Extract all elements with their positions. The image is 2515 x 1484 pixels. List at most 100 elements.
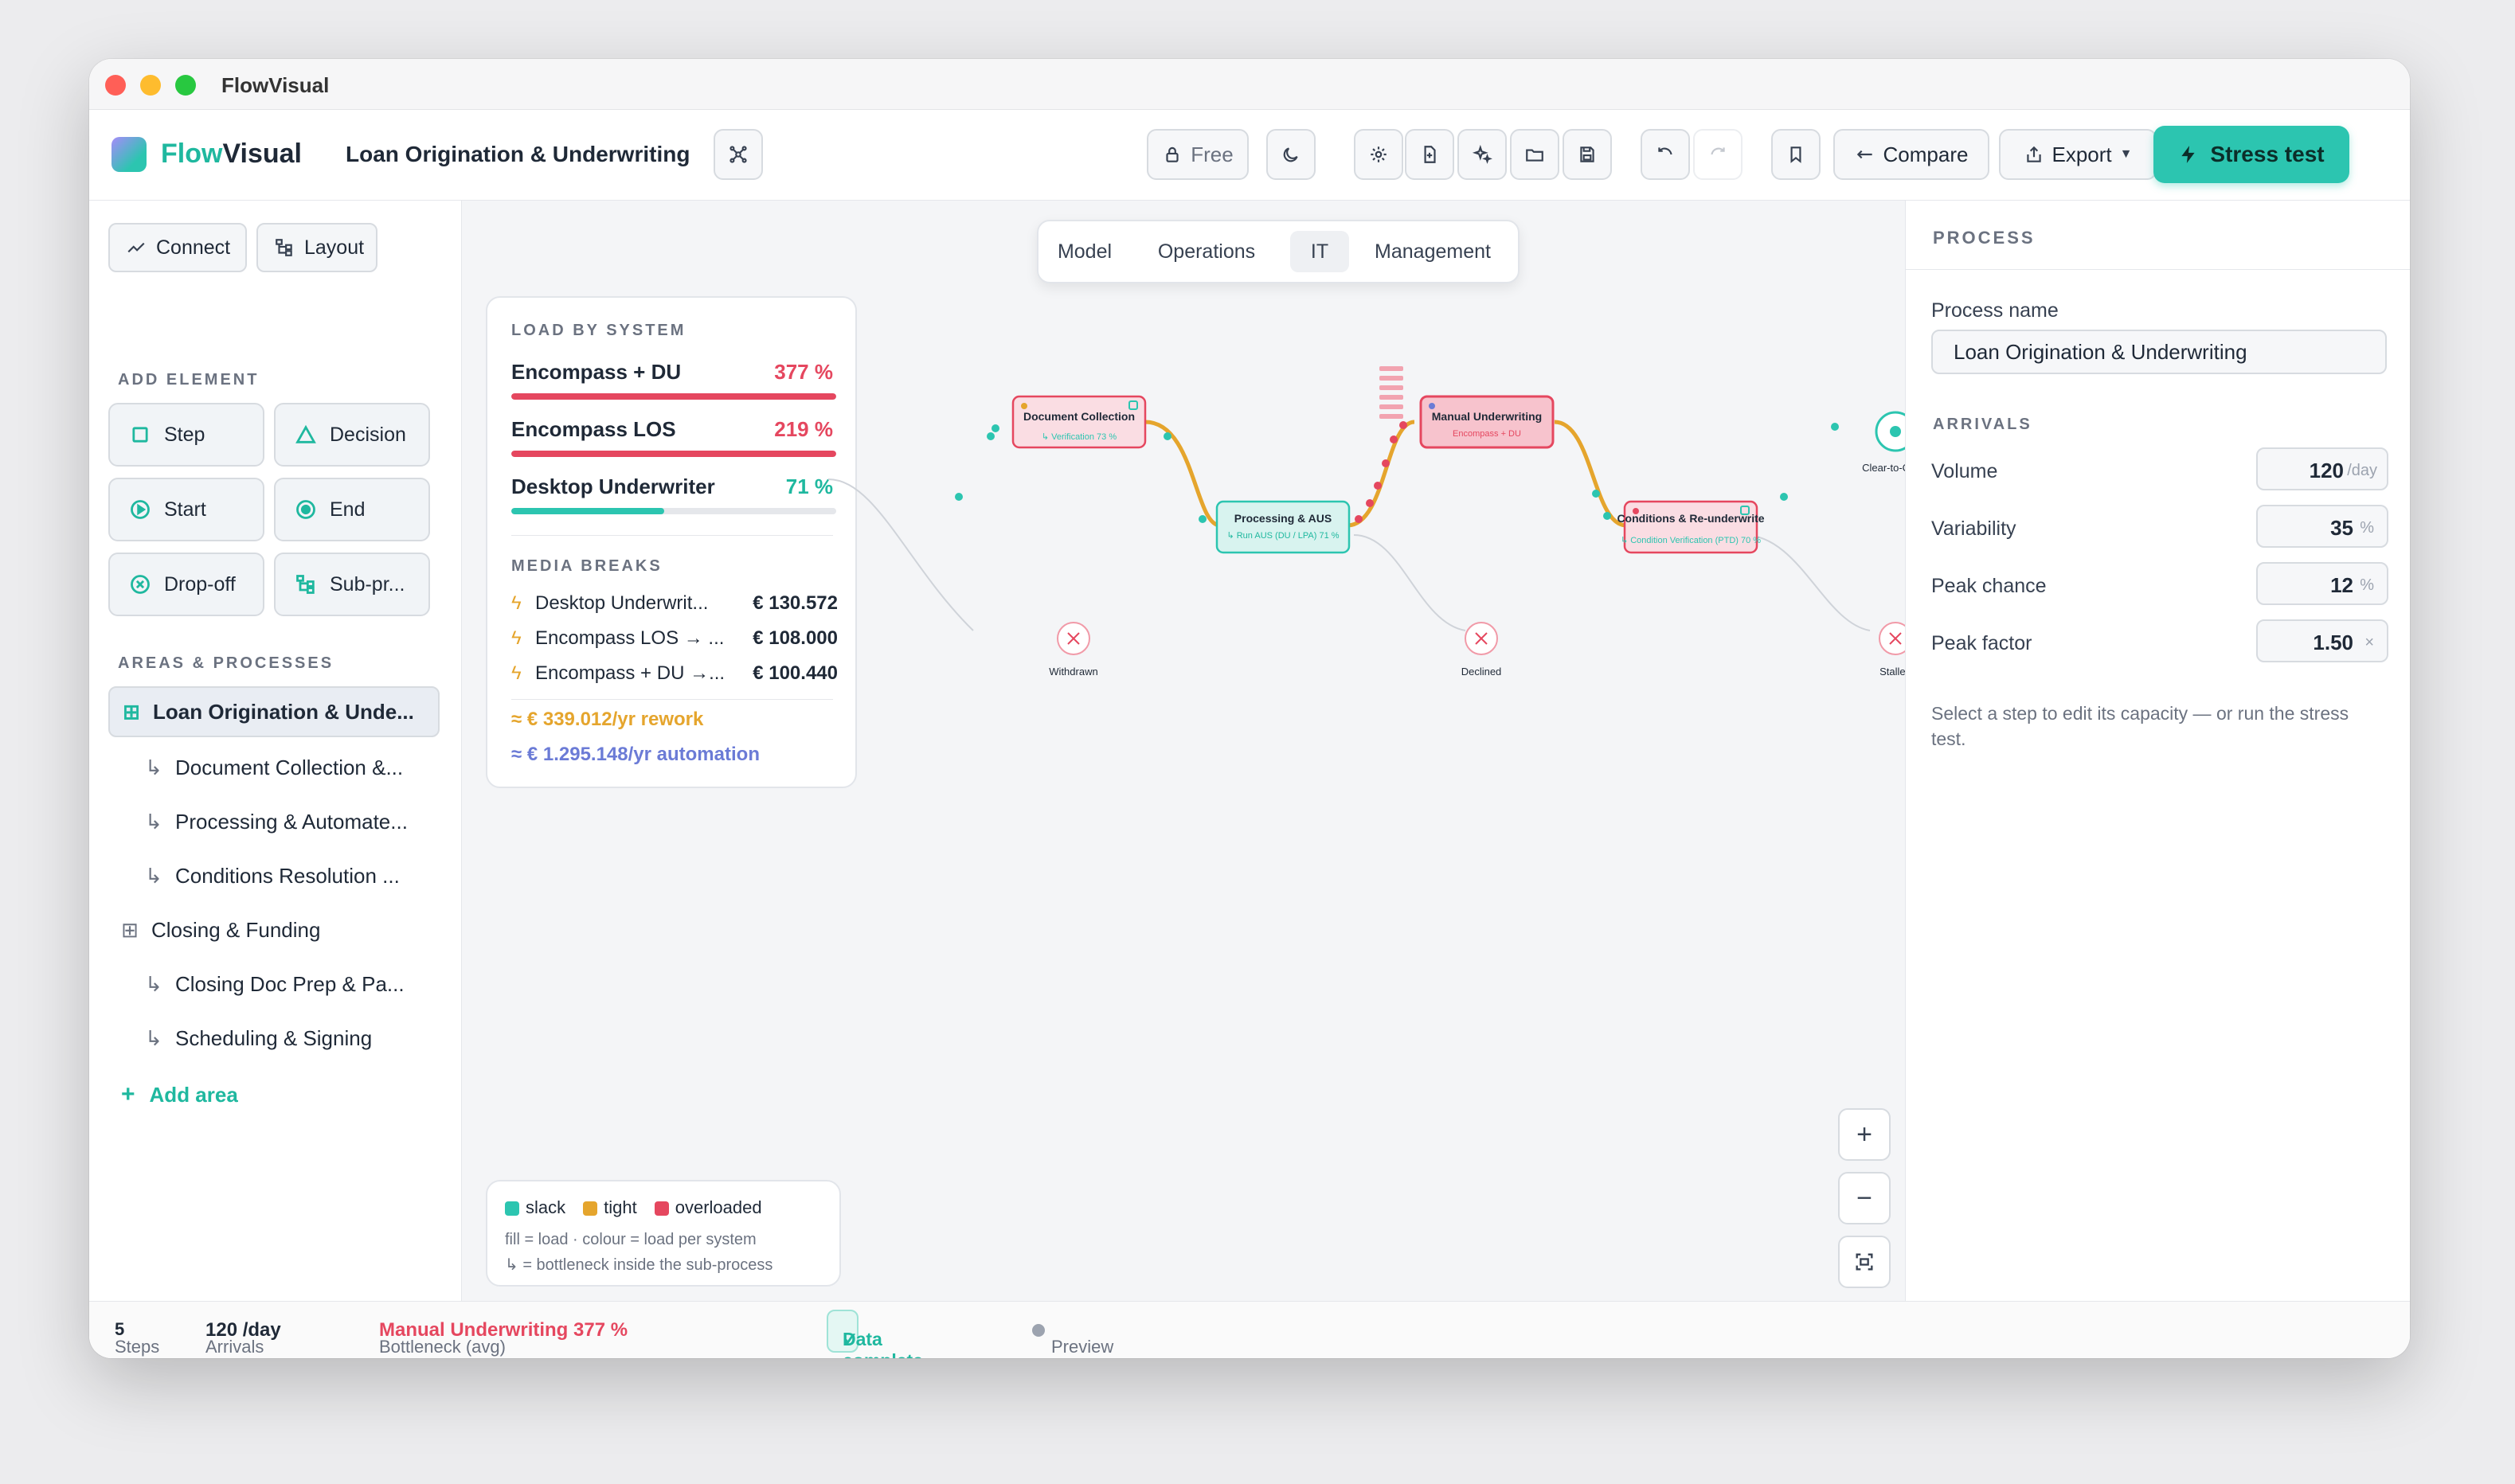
undo-button[interactable] [1641,129,1690,180]
hierarchy-icon: ⊞ [123,699,140,724]
add-sub-process-button[interactable]: Sub-pr... [274,553,430,616]
field-label: Peak chance [1931,575,2047,597]
process-title[interactable]: Loan Origination & Underwriting [346,142,690,167]
legend-slack: slack [505,1197,565,1218]
node-subtitle: ↳ Condition Verification (PTD) 70 % [1621,536,1761,545]
process-diagram: Document Collection ↳ Verification 73 % … [827,366,1905,678]
add-area-button[interactable]: + Add area [121,1081,238,1108]
node-processing-aus[interactable]: Processing & AUS ↳ Run AUS (DU / LPA) 71… [1215,500,1351,554]
tree-item-closing-doc-prep[interactable]: ↳ Closing Doc Prep & Pa... [108,959,440,1010]
variability-input[interactable]: 35 % [2256,505,2388,548]
add-step-button[interactable]: Step [108,403,264,467]
process-graph-button[interactable] [714,129,763,180]
redo-icon [1711,147,1725,155]
node-label: Clear-to-Close [1862,462,1905,474]
window-title: FlowVisual [221,73,330,97]
peak-chance-input[interactable]: 12 % [2256,562,2388,605]
preview-note: Preview · run the stress test for reliab… [1032,1319,1117,1358]
file-plus-icon [1424,146,1436,163]
node-drop-off-declined[interactable]: Declined [1461,622,1502,678]
compare-button[interactable]: Compare [1833,129,1989,180]
node-manual-underwriting[interactable]: Manual Underwriting Encompass + DU [1419,395,1555,449]
maximize-window-button[interactable] [175,75,196,96]
tree-item-conditions-resolution[interactable]: ↳ Conditions Resolution ... [108,850,440,901]
areas-processes-heading: AREAS & PROCESSES [118,654,334,672]
bookmark-icon [1790,146,1801,163]
process-canvas[interactable]: Model Operations IT Management LOAD BY S… [462,201,1905,1301]
minimize-window-button[interactable] [140,75,161,96]
app-window: FlowVisual FlowVisual Loan Origination &… [89,59,2410,1358]
bottleneck-info: Bottleneck (avg) Manual Underwriting 377… [379,1319,628,1357]
node-conditions-reunderwrite[interactable]: Conditions & Re-underwrite ↳ Condition V… [1617,500,1765,554]
legend-note: ↳ = bottleneck inside the sub-process [505,1256,773,1274]
add-decision-button[interactable]: Decision [274,403,430,467]
field-label: Peak factor [1931,632,2032,654]
panel-heading: PROCESS [1933,228,2036,248]
gear-icon [1371,146,1387,162]
process-name-label: Process name [1931,299,2059,322]
moon-icon [1283,147,1298,162]
plan-free-badge[interactable]: Free [1147,129,1249,180]
tree-item-processing[interactable]: ↳ Processing & Automate... [108,796,440,847]
node-title: Document Collection [1023,410,1135,423]
legend-tight: tight [583,1197,637,1218]
add-start-button[interactable]: Start [108,478,264,541]
layout-button[interactable]: Layout [256,223,377,272]
dark-mode-button[interactable] [1266,129,1316,180]
node-end-clear-to-close[interactable]: Clear-to-Close [1862,411,1905,474]
connect-button[interactable]: Connect [108,223,247,272]
bookmark-button[interactable] [1771,129,1821,180]
left-sidebar: Connect Layout ADD ELEMENT Step Decision… [89,201,462,1301]
add-drop-off-button[interactable]: Drop-off [108,553,264,616]
title-bar: FlowVisual [89,59,2410,110]
node-drop-off-withdrawn[interactable]: Withdrawn [1049,622,1098,678]
settings-button[interactable] [1354,129,1403,180]
flow-connector [1347,420,1415,528]
open-folder-button[interactable] [1510,129,1559,180]
panel-hint: Select a step to edit its capacity — or … [1931,703,2349,749]
volume-input[interactable]: 120 /day [2256,447,2388,490]
stop-circle-icon [296,500,315,519]
app-toolbar: FlowVisual Loan Origination & Underwriti… [89,110,2410,201]
ai-assist-button[interactable] [1457,129,1507,180]
node-document-collection[interactable]: Document Collection ↳ Verification 73 % [1011,395,1147,449]
node-label: Declined [1461,666,1502,678]
share-icon [2026,146,2041,162]
node-subtitle: ↳ Verification 73 % [1042,432,1117,442]
sub-arrow-icon: ↳ [145,1025,162,1050]
node-title: Processing & AUS [1234,512,1332,525]
x-circle-icon [131,575,150,594]
add-end-button[interactable]: End [274,478,430,541]
lock-icon [1166,146,1179,162]
close-window-button[interactable] [105,75,126,96]
folder-icon [1526,149,1543,162]
hierarchy-icon: ⊞ [121,917,139,942]
plus-icon: + [121,1081,135,1107]
node-label: Stalled [1879,666,1905,678]
sub-arrow-icon: ↳ [145,863,162,888]
tree-item-document-collection[interactable]: ↳ Document Collection &... [108,742,440,793]
stress-test-button[interactable]: Stress test [2153,126,2349,183]
zoom-out-button[interactable]: − [1838,1172,1891,1224]
tree-item-scheduling-signing[interactable]: ↳ Scheduling & Signing [108,1013,440,1064]
fit-view-button[interactable] [1838,1236,1891,1288]
tree-item-loan-origination[interactable]: ⊞ Loan Origination & Unde... [108,686,440,737]
redo-button[interactable] [1693,129,1743,180]
properties-panel: PROCESS Process name ARRIVALS Volume 120… [1905,201,2410,1301]
save-button[interactable] [1563,129,1612,180]
status-bar: Steps 5 Arrivals 120 /day Bottleneck (av… [89,1301,2410,1358]
node-drop-off-stalled[interactable]: Stalled [1879,622,1905,678]
square-icon [132,427,148,443]
flowvisual-logo-icon [111,137,147,172]
export-dropdown-button[interactable]: Export ▼ [1999,129,2157,180]
node-title: Conditions & Re-underwrite [1617,512,1764,525]
undo-icon [1658,147,1672,155]
steps-count: Steps 5 [115,1319,160,1357]
peak-factor-input[interactable]: 1.50 × [2256,619,2388,662]
new-document-button[interactable] [1405,129,1454,180]
hierarchy-icon [276,239,292,256]
process-name-input[interactable] [1931,330,2387,374]
data-complete-badge[interactable]: ✓Data complete [827,1310,923,1358]
tree-item-closing-funding[interactable]: ⊞ Closing & Funding [108,904,440,955]
zoom-in-button[interactable]: + [1838,1108,1891,1161]
